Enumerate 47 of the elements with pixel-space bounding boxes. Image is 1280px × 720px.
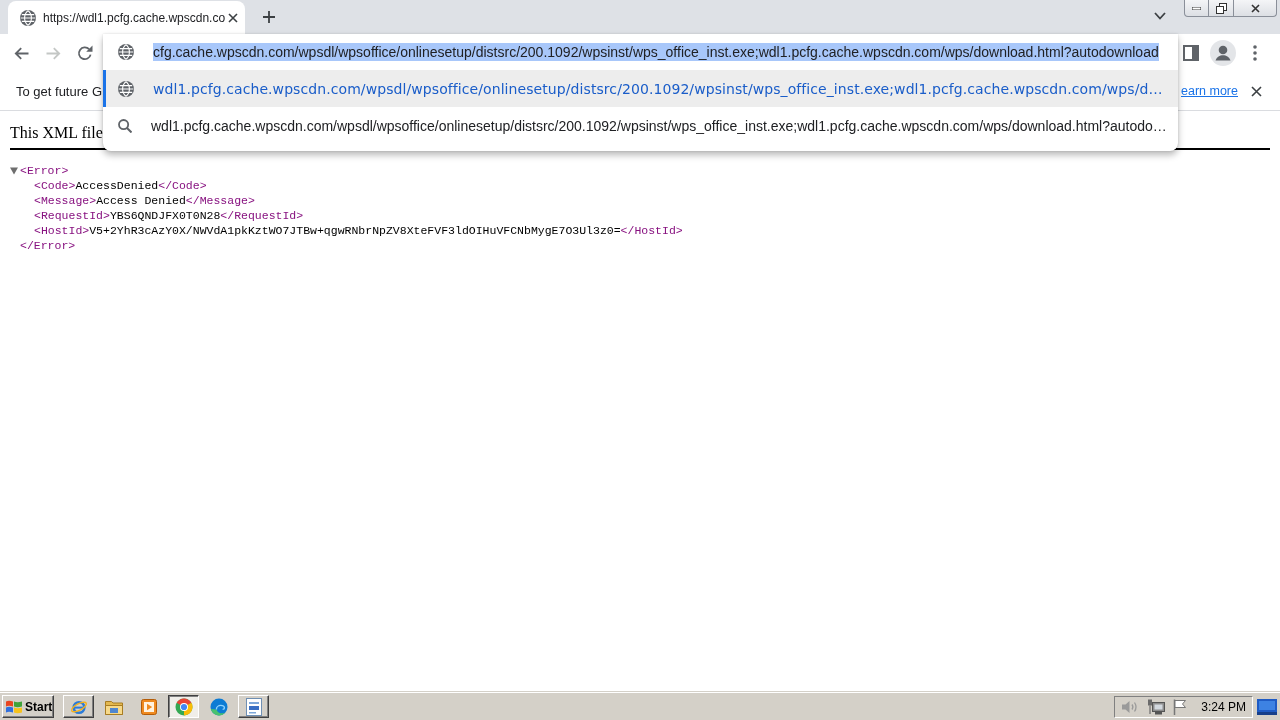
globe-icon	[118, 44, 134, 60]
globe-icon	[20, 9, 36, 26]
restore-icon	[1215, 2, 1227, 14]
flag-icon	[1173, 698, 1188, 715]
plus-icon	[263, 11, 275, 23]
tricolor-circle-icon	[174, 697, 193, 716]
window-close-button[interactable]	[1234, 0, 1277, 17]
xml-line: <Code>AccessDenied</Code>	[34, 178, 207, 193]
taskbar-app-button[interactable]	[168, 695, 199, 718]
speaker-icon	[1121, 698, 1140, 715]
side-panel-icon	[1183, 45, 1199, 61]
start-button[interactable]: Start	[2, 695, 54, 718]
restore-button[interactable]	[1209, 0, 1234, 17]
play-icon	[140, 698, 157, 715]
back-arrow-icon	[13, 46, 29, 60]
xml-line: <Error>	[20, 163, 69, 178]
forward-arrow-icon	[45, 46, 61, 60]
show-desktop-button[interactable]	[1257, 697, 1277, 716]
reload-icon	[77, 45, 93, 61]
swirl-logo-icon	[209, 697, 228, 716]
notice-text: This XML file	[10, 124, 103, 141]
document-icon	[245, 697, 262, 716]
close-icon	[1250, 3, 1260, 13]
address-field[interactable]: cfg.cache.wpscdn.com/wpsdl/wpsoffice/onlinesetup/distsrc/200.1092/wpsinst/wps_office_inst.exe;wdl1.pcfg.cache.wpscdn.com/wps/download.html?autodownload	[103, 34, 1178, 70]
infobar-text: To get future G	[16, 83, 102, 99]
three-dots-icon	[1253, 45, 1257, 61]
xml-line: <Message>Access Denied</Message>	[34, 193, 255, 208]
clock-text: 3:24 PM	[1201, 699, 1246, 714]
close-icon	[227, 12, 238, 23]
learn-more-link[interactable]: earn more	[1181, 84, 1238, 98]
globe-icon	[118, 80, 134, 97]
search-icon	[118, 118, 132, 133]
avatar-icon	[1210, 40, 1236, 66]
xml-line: <HostId>V5+2YhR3cAzY0X/NWVdA1pkKztWO7JTBw+qgwRNbrNpZV8XteFVF3ldOIHuVFCNbMygE7O3Ul3z0=</HostId>	[34, 223, 683, 238]
browser-tab[interactable]: https://wdl1.pcfg.cache.wpscdn.co	[8, 1, 245, 34]
four-color-flag-icon	[5, 698, 23, 715]
xml-line: <RequestId>YBS6QNDJFX0T0N28</RequestId>	[34, 208, 304, 223]
chevron-down-icon	[1154, 12, 1166, 20]
xml-line: </Error>	[20, 238, 76, 253]
folder-icon	[104, 698, 123, 715]
suggestion-item[interactable]: wdl1.pcfg.cache.wpscdn.com/wpsdl/wpsoffice/onlinesetup/distsrc/200.1092/wpsinst/wps_office_inst.exe;wdl1.pcfg.cache.wpscdn.com/wps/download.html?autodo…	[103, 107, 1178, 144]
desktop-icon	[1257, 698, 1277, 715]
close-icon	[1250, 85, 1262, 97]
profile-button[interactable]	[1209, 39, 1237, 67]
minimize-icon	[1192, 6, 1201, 10]
suggestion-item[interactable]: wdl1.pcfg.cache.wpscdn.com/wpsdl/wpsoffice/onlinesetup/distsrc/200.1092/wpsinst/wps_office_inst.exe;wdl1.pcfg.cache.wpscdn.com/wps/d…	[103, 70, 1178, 107]
computer-icon	[1147, 698, 1166, 715]
